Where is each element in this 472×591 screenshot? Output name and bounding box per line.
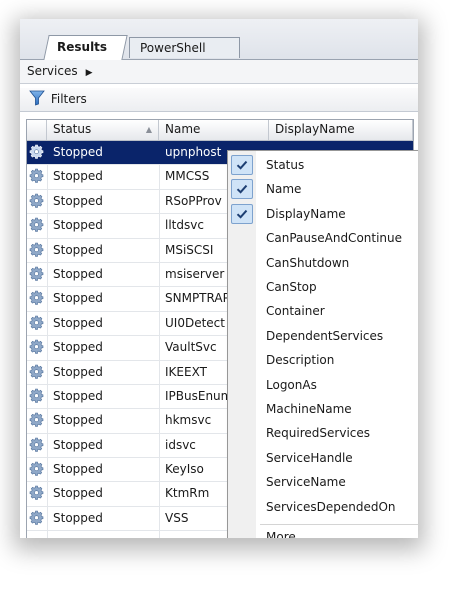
menu-item-canstop[interactable]: CanStop (228, 275, 418, 299)
row-status: Stopped (53, 340, 103, 355)
checkmark-icon (231, 155, 253, 175)
menu-item-requiredservices[interactable]: RequiredServices (228, 421, 418, 445)
menu-item-displayname[interactable]: DisplayName (228, 202, 418, 226)
menu-item-label: ServicesDependedOn (266, 499, 396, 514)
checkmark-icon (231, 179, 253, 200)
menu-item-label: DisplayName (266, 206, 346, 221)
row-status: Stopped (53, 242, 103, 257)
menu-item-label: DependentServices (266, 328, 384, 343)
header-displayname-label: DisplayName (275, 122, 355, 136)
grid-header: Status ▲ Name DisplayName (27, 120, 413, 141)
menu-item-label: RequiredServices (266, 426, 371, 441)
header-name-label: Name (165, 122, 201, 136)
row-status: Stopped (53, 291, 103, 306)
menu-item-label: CanPauseAndContinue (266, 231, 403, 246)
row-status: Stopped (53, 388, 103, 403)
menu-item-canpauseandcontinue[interactable]: CanPauseAndContinue (228, 226, 418, 250)
menu-item-more[interactable]: More... (228, 525, 418, 538)
column-chooser-menu: Status Name DisplayName CanPauseAndContinue… (227, 150, 418, 538)
service-gear-icon (29, 315, 45, 331)
service-gear-icon (29, 485, 45, 501)
header-name[interactable]: Name (159, 120, 269, 140)
service-gear-icon (29, 364, 45, 380)
tab-results[interactable]: Results (43, 35, 128, 60)
filters-label: Filters (50, 92, 87, 106)
row-status: Stopped (53, 462, 103, 477)
service-gear-icon (29, 168, 45, 184)
menu-item-description[interactable]: Description (228, 348, 418, 372)
row-status: Stopped (53, 193, 103, 208)
menu-item-label: ServiceName (266, 475, 346, 490)
service-gear-icon (29, 510, 45, 526)
menu-item-servicename[interactable]: ServiceName (228, 470, 418, 494)
menu-item-logonas[interactable]: LogonAs (228, 373, 418, 397)
breadcrumb-label: Services (27, 64, 78, 78)
header-status[interactable]: Status ▲ (47, 120, 159, 140)
menu-item-label: Status (266, 158, 305, 172)
row-status: Stopped (53, 145, 103, 159)
menu-item-label: MachineName (266, 402, 352, 416)
menu-item-label: CanStop (266, 280, 317, 294)
chevron-right-icon[interactable]: ▶ (86, 68, 93, 78)
header-icon-column[interactable] (27, 120, 47, 140)
menu-item-label: ServiceHandle (266, 450, 353, 465)
row-status: Stopped (53, 266, 103, 281)
menu-item-label: Container (266, 304, 325, 319)
services-window: Results PowerShell Script Services ▶ Filt… (20, 19, 418, 538)
filter-funnel-icon (29, 90, 45, 106)
service-gear-icon (29, 242, 45, 258)
tab-results-label: Results (57, 40, 108, 54)
row-status: Stopped (53, 315, 103, 330)
menu-item-servicesdependedon[interactable]: ServicesDependedOn (228, 495, 418, 519)
menu-item-dependentservices[interactable]: DependentServices (228, 324, 418, 348)
service-gear-icon (29, 193, 45, 209)
menu-item-more-label: More... (266, 530, 308, 538)
header-displayname[interactable]: DisplayName (269, 120, 413, 140)
service-gear-icon (29, 217, 45, 233)
menu-item-machinename[interactable]: MachineName (228, 397, 418, 421)
service-gear-icon (29, 412, 45, 428)
breadcrumb[interactable]: Services ▶ (20, 60, 418, 84)
checkmark-icon (231, 203, 253, 224)
filters-bar[interactable]: Filters (20, 88, 418, 112)
row-status: Stopped (53, 486, 103, 501)
tab-strip: Results PowerShell Script (20, 19, 418, 75)
menu-item-canshutdown[interactable]: CanShutdown (228, 251, 418, 275)
menu-item-status[interactable]: Status (228, 153, 418, 177)
service-gear-icon (29, 437, 45, 453)
service-gear-icon (29, 461, 45, 477)
service-gear-icon (29, 339, 45, 355)
menu-item-label: CanShutdown (266, 255, 350, 270)
menu-item-name[interactable]: Name (228, 177, 418, 201)
service-gear-icon (29, 290, 45, 306)
row-status: Stopped (53, 510, 103, 525)
menu-item-label: Name (266, 182, 302, 197)
row-status: Stopped (53, 218, 103, 233)
row-status: Stopped (53, 169, 103, 184)
row-status: Stopped (53, 413, 103, 428)
header-status-label: Status (53, 122, 92, 136)
row-status: Stopped (53, 364, 103, 379)
service-gear-icon (29, 388, 45, 404)
menu-item-servicehandle[interactable]: ServiceHandle (228, 446, 418, 470)
tab-powershell-script[interactable]: PowerShell Script (129, 37, 240, 75)
service-gear-icon (29, 266, 45, 282)
service-gear-icon (29, 144, 45, 160)
menu-item-label: Description (266, 353, 335, 368)
menu-item-label: LogonAs (266, 377, 317, 392)
menu-item-container[interactable]: Container (228, 299, 418, 323)
row-status: Stopped (53, 437, 103, 452)
sort-ascending-icon: ▲ (145, 125, 152, 134)
